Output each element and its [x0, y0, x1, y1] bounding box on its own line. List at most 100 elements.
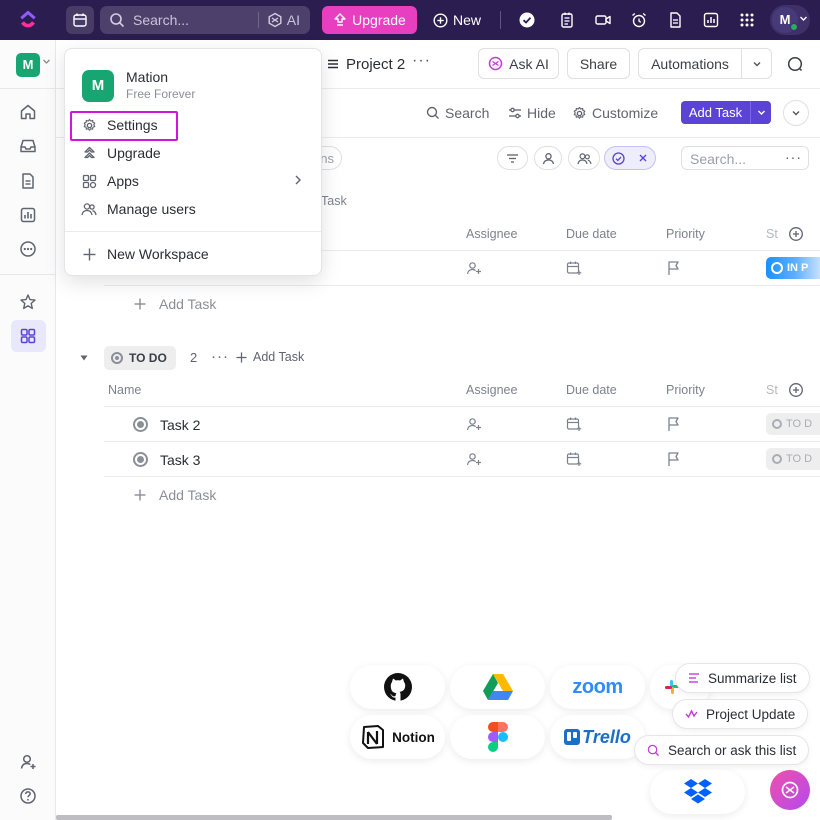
dashboard-chart-icon[interactable] [702, 11, 720, 29]
summarize-list-button[interactable]: Summarize list [675, 663, 810, 693]
check-circle-icon[interactable] [518, 11, 536, 29]
clickup-logo[interactable] [17, 9, 39, 31]
status-badge[interactable]: TO D [766, 448, 820, 470]
search-ask-list-button[interactable]: Search or ask this list [634, 735, 810, 765]
users-icon [576, 152, 592, 164]
zoom-tile[interactable]: zoom [550, 665, 645, 709]
task-status-icon[interactable] [133, 417, 148, 432]
ai-assistant-button[interactable] [770, 770, 810, 810]
customize-button[interactable]: Customize [572, 103, 658, 123]
alarm-clock-icon[interactable] [630, 11, 648, 29]
inbox-icon[interactable] [17, 135, 39, 157]
collapse-toolbar-button[interactable] [783, 100, 809, 126]
home-icon[interactable] [17, 101, 39, 123]
add-task-row[interactable]: Add Task [134, 296, 216, 312]
add-task-label[interactable]: Add Task [681, 101, 751, 124]
star-icon[interactable] [17, 291, 39, 313]
assignees-button[interactable] [568, 146, 600, 170]
chat-search-icon[interactable] [786, 55, 804, 73]
close-icon[interactable] [638, 153, 648, 163]
docs-icon[interactable] [17, 170, 39, 192]
more-options-icon[interactable]: ··· [785, 149, 802, 165]
pulse-icon [685, 709, 698, 719]
add-column-icon[interactable] [788, 382, 804, 398]
dropbox-tile[interactable] [650, 770, 745, 814]
apps-grid-icon[interactable] [738, 11, 756, 29]
google-drive-tile[interactable] [450, 665, 545, 709]
active-filter-pill[interactable] [604, 146, 656, 170]
project-title[interactable]: Project 2 [327, 52, 405, 76]
group-add-task-label[interactable]: Task [321, 194, 347, 214]
menu-item-upgrade[interactable]: Upgrade [81, 142, 161, 164]
flag-icon[interactable] [666, 260, 682, 276]
me-mode-button[interactable] [534, 146, 562, 170]
document-icon[interactable] [666, 11, 684, 29]
share-button[interactable]: Share [567, 48, 630, 79]
workspace-plan: Free Forever [126, 87, 196, 101]
list-search-input[interactable]: Search... ··· [681, 146, 809, 170]
new-button[interactable]: New [428, 6, 488, 34]
menu-item-settings[interactable]: Settings [81, 114, 158, 136]
project-more-menu-icon[interactable]: ··· [412, 52, 431, 70]
add-task-button[interactable]: Add Task [681, 101, 771, 124]
calendar-plus-icon[interactable] [566, 260, 582, 276]
list-icon [328, 59, 338, 69]
more-icon[interactable] [17, 238, 39, 260]
flag-icon[interactable] [666, 451, 682, 467]
google-drive-icon [482, 674, 513, 700]
status-label: TO D [786, 418, 813, 430]
spaces-icon[interactable] [17, 325, 39, 347]
col-priority: Priority [666, 227, 705, 241]
github-tile[interactable] [350, 665, 445, 709]
task-name[interactable]: Task 3 [160, 452, 200, 468]
col-name: Name [108, 383, 142, 397]
figma-tile[interactable] [450, 715, 545, 759]
horizontal-scrollbar[interactable] [56, 815, 612, 820]
workspace-dropdown: M Mation Free Forever Settings Upgrade A… [64, 48, 322, 276]
notepad-icon[interactable] [558, 11, 576, 29]
search-tasks-button[interactable]: Search [426, 103, 489, 123]
user-avatar-menu[interactable]: M [770, 5, 810, 35]
ai-search-button[interactable]: AI [267, 12, 300, 28]
ask-ai-button[interactable]: Ask AI [478, 48, 559, 79]
calendar-plus-icon[interactable] [566, 416, 582, 432]
task-status-icon[interactable] [133, 452, 148, 467]
assign-user-icon[interactable] [466, 451, 482, 467]
upgrade-button[interactable]: Upgrade [322, 6, 417, 34]
calendar-button[interactable] [66, 6, 94, 34]
group-more-icon[interactable]: ··· [211, 348, 229, 365]
collapse-group-icon[interactable] [79, 353, 89, 363]
group-status-chip[interactable]: TO DO [104, 346, 176, 370]
figma-icon [487, 722, 508, 752]
project-update-button[interactable]: Project Update [672, 699, 809, 729]
automations-button[interactable]: Automations [638, 48, 742, 79]
menu-item-apps[interactable]: Apps [81, 170, 139, 192]
add-task-dropdown[interactable] [751, 101, 771, 124]
menu-item-manage-users[interactable]: Manage users [81, 198, 196, 220]
col-due-date: Due date [566, 227, 617, 241]
task-name[interactable]: Task 2 [160, 417, 200, 433]
help-icon[interactable] [17, 785, 39, 807]
trello-tile[interactable]: Trello [550, 715, 645, 759]
notion-tile[interactable]: Notion [350, 715, 445, 759]
add-column-icon[interactable] [788, 226, 804, 242]
status-label: TO D [786, 453, 813, 465]
flag-icon[interactable] [666, 416, 682, 432]
status-badge[interactable]: IN P [766, 257, 820, 279]
group-add-task-button[interactable]: Add Task [236, 350, 304, 364]
new-workspace-button[interactable]: New Workspace [81, 243, 209, 265]
chevron-down-icon[interactable] [42, 57, 51, 66]
video-record-icon[interactable] [594, 11, 612, 29]
invite-user-icon[interactable] [17, 751, 39, 773]
hide-button[interactable]: Hide [508, 103, 556, 123]
add-task-row[interactable]: Add Task [134, 487, 216, 503]
filter-button[interactable] [497, 146, 528, 170]
status-badge[interactable]: TO D [766, 413, 820, 435]
dashboards-icon[interactable] [17, 204, 39, 226]
assign-user-icon[interactable] [466, 260, 482, 276]
calendar-plus-icon[interactable] [566, 451, 582, 467]
assign-user-icon[interactable] [466, 416, 482, 432]
workspace-switcher[interactable]: M [16, 53, 40, 77]
global-search[interactable]: Search... AI [100, 6, 310, 34]
automations-dropdown-button[interactable] [741, 48, 772, 79]
